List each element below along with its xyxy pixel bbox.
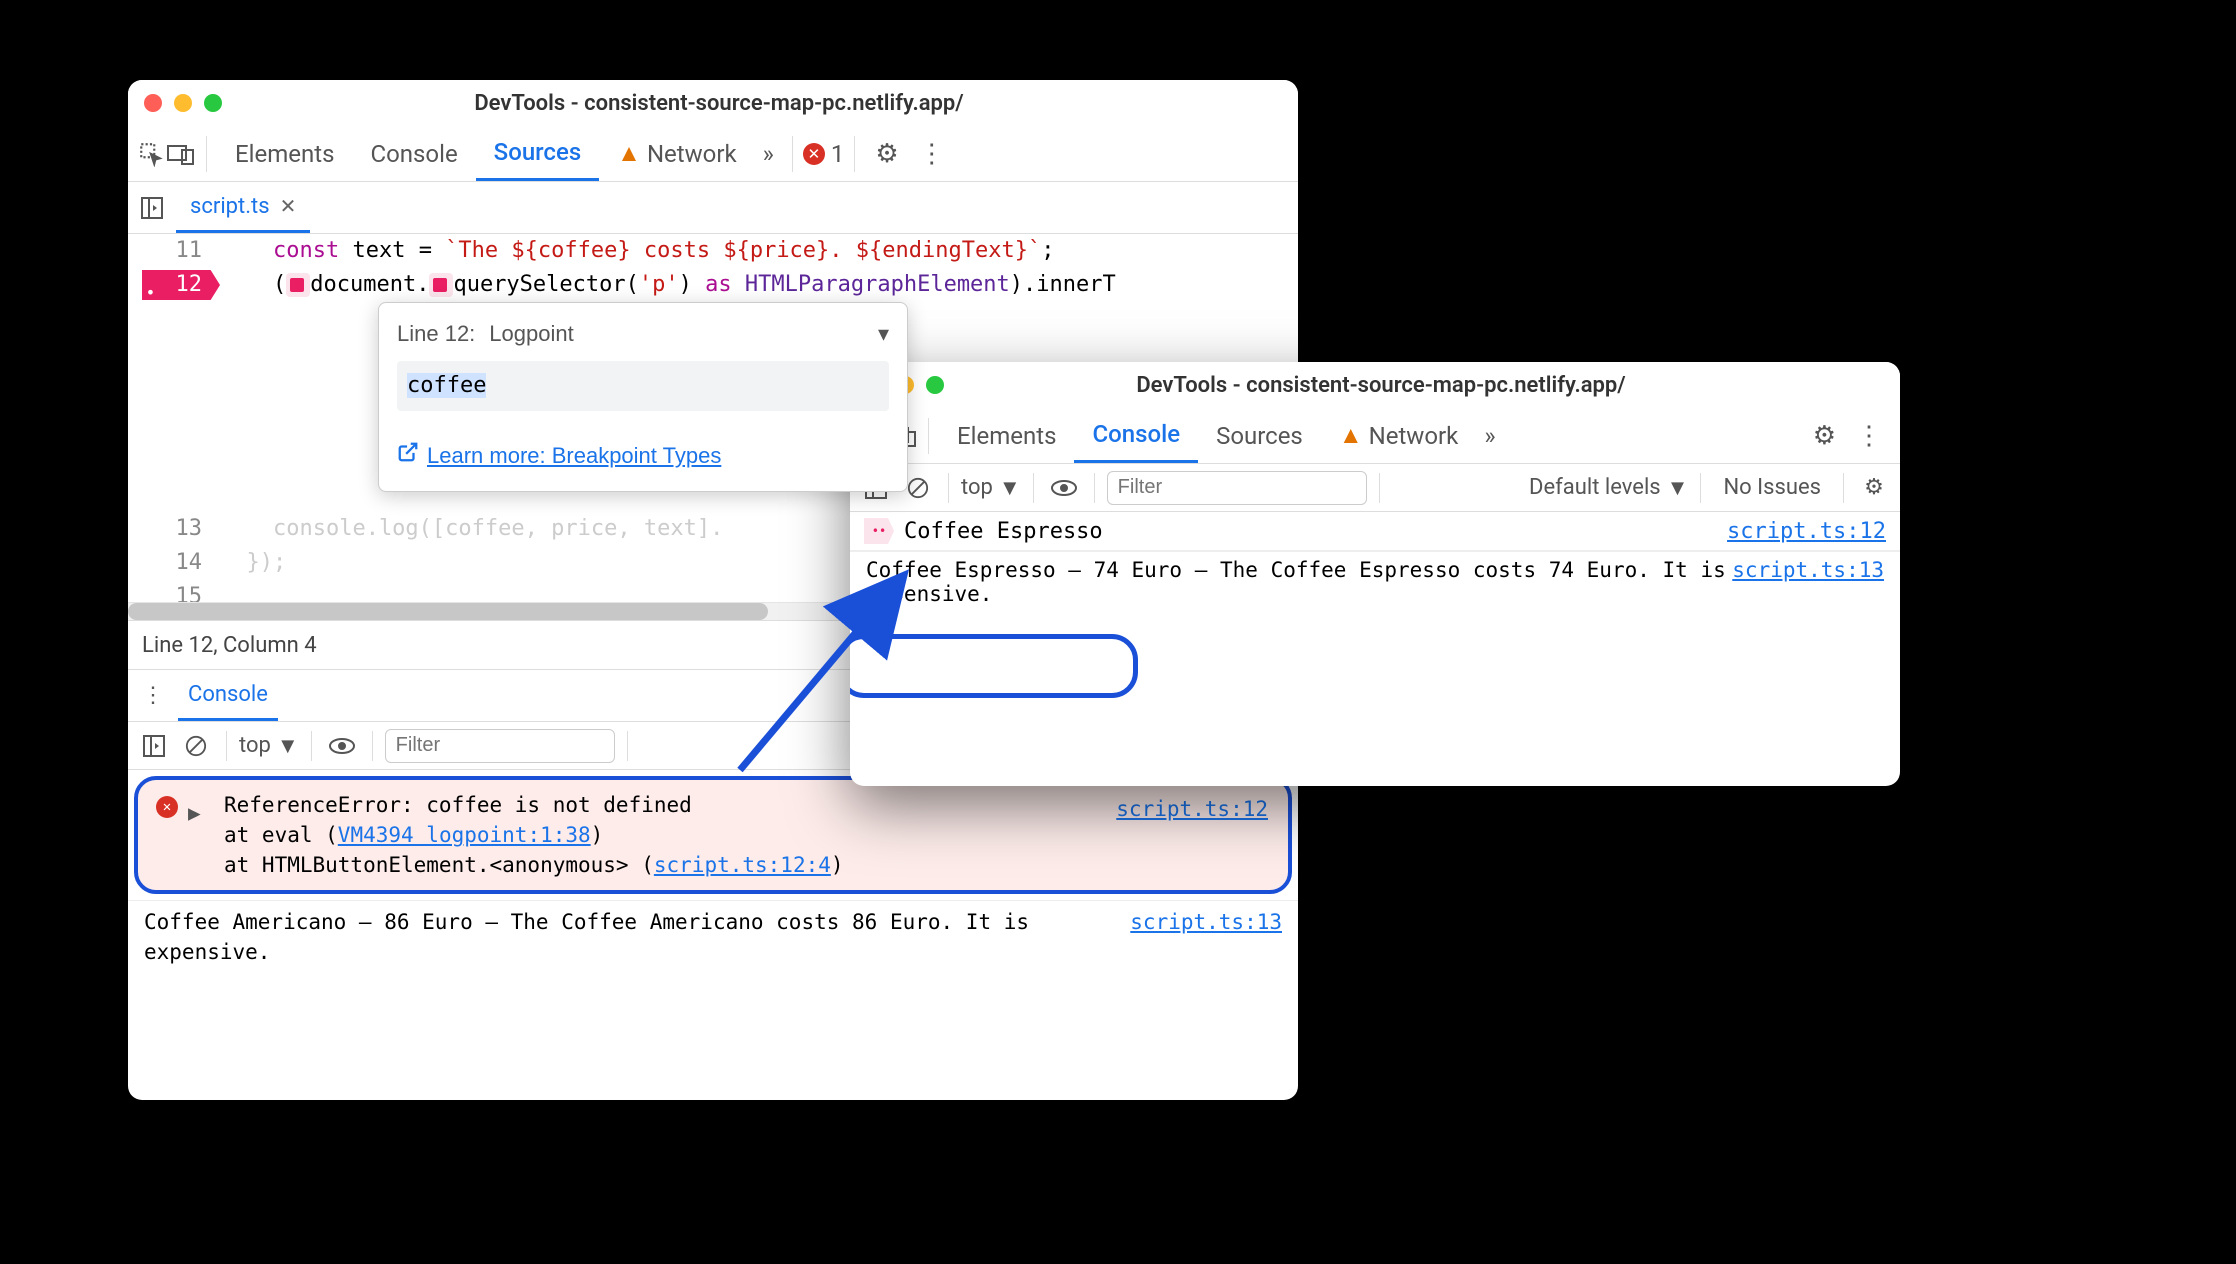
line-number[interactable]: 15 — [128, 580, 220, 602]
console-log-message[interactable]: Coffee Espresso – 74 Euro – The Coffee E… — [850, 551, 1900, 612]
traffic-lights — [144, 94, 222, 112]
tab-network[interactable]: ▲Network — [1321, 408, 1476, 463]
learn-more-text: Learn more: Breakpoint Types — [427, 439, 721, 473]
log-source-link[interactable]: script.ts:13 — [1732, 558, 1884, 606]
warning-icon: ▲ — [1339, 421, 1363, 450]
learn-more-link[interactable]: Learn more: Breakpoint Types — [397, 439, 889, 473]
error-title: ReferenceError: coffee is not defined — [224, 790, 1272, 820]
code-line-12: (document.querySelector('p') as HTMLPara… — [220, 268, 1298, 302]
live-expression-icon[interactable] — [1046, 479, 1082, 497]
log-levels-selector[interactable]: Default levels ▼ — [1529, 475, 1688, 501]
annotation-highlight — [850, 634, 1138, 698]
error-count-value: 1 — [831, 140, 845, 168]
logpoint-output-row[interactable]: •• Coffee Espresso script.ts:12 — [850, 512, 1900, 551]
tab-network[interactable]: ▲Network — [599, 126, 754, 181]
external-link-icon — [397, 439, 419, 473]
tab-network-label: Network — [1369, 422, 1459, 450]
console-toolbar: top ▼ Default levels ▼ No Issues ⚙ — [850, 464, 1900, 512]
console-settings-icon[interactable]: ⚙ — [1856, 475, 1892, 500]
file-tabs: script.ts ✕ — [128, 182, 1298, 234]
maximize-window-button[interactable] — [204, 94, 222, 112]
chevron-down-icon[interactable]: ▾ — [878, 317, 889, 351]
stack-frame-2: at HTMLButtonElement.<anonymous> (script… — [224, 850, 1272, 880]
close-tab-icon[interactable]: ✕ — [280, 194, 297, 218]
log-text: Coffee Americano – 86 Euro – The Coffee … — [144, 907, 1130, 967]
close-window-button[interactable] — [144, 94, 162, 112]
main-toolbar: Elements Console Sources ▲Network » ⚙ ⋮ — [850, 408, 1900, 464]
more-menu-icon[interactable]: ⋮ — [1846, 421, 1892, 451]
filter-input[interactable] — [385, 729, 615, 763]
console-output: •• Coffee Espresso script.ts:12 Coffee E… — [850, 512, 1900, 653]
titlebar: DevTools - consistent-source-map-pc.netl… — [850, 362, 1900, 408]
logpoint-type-select[interactable]: Logpoint — [489, 317, 573, 351]
more-tabs-button[interactable]: » — [755, 140, 782, 168]
context-label: top — [961, 475, 993, 500]
line-number-breakpoint[interactable]: •• 12 — [128, 268, 220, 302]
window-title: DevTools - consistent-source-map-pc.netl… — [222, 91, 1216, 116]
stack-link[interactable]: script.ts:12:4 — [654, 853, 831, 877]
stack-frame-1: at eval (VM4394 logpoint:1:38) — [224, 820, 1272, 850]
logpoint-line-label: Line 12: — [397, 317, 475, 351]
tab-sources[interactable]: Sources — [1198, 408, 1321, 463]
logpoint-dots-icon: •• — [134, 276, 157, 310]
logpoint-expression-input[interactable]: coffee — [397, 361, 889, 411]
error-count[interactable]: ✕ 1 — [803, 140, 845, 168]
more-menu-icon[interactable]: ⋮ — [909, 139, 955, 169]
tab-elements[interactable]: Elements — [217, 126, 352, 181]
context-selector[interactable]: top ▼ — [239, 733, 299, 759]
log-source-link[interactable]: script.ts:13 — [1130, 907, 1282, 967]
logpoint-output-text: Coffee Espresso — [904, 519, 1727, 544]
warning-icon: ▲ — [617, 139, 641, 168]
line-number[interactable]: 13 — [128, 512, 220, 546]
context-selector[interactable]: top ▼ — [961, 475, 1021, 501]
file-tab-label: script.ts — [190, 194, 270, 219]
issues-label[interactable]: No Issues — [1713, 475, 1831, 500]
log-source-link[interactable]: script.ts:12 — [1727, 519, 1886, 544]
inspect-icon[interactable] — [136, 141, 166, 167]
maximize-window-button[interactable] — [926, 376, 944, 394]
code-line-11: const text = `The ${coffee} costs ${pric… — [220, 234, 1298, 268]
chevron-down-icon: ▼ — [999, 475, 1021, 501]
tab-console[interactable]: Console — [1074, 408, 1198, 463]
console-error-message[interactable]: ✕ ▶ script.ts:12 ReferenceError: coffee … — [134, 776, 1292, 894]
expand-triangle-icon[interactable]: ▶ — [188, 798, 201, 828]
console-log-message[interactable]: Coffee Americano – 86 Euro – The Coffee … — [128, 900, 1298, 973]
devtools-window-console: DevTools - consistent-source-map-pc.netl… — [850, 362, 1900, 786]
settings-icon[interactable]: ⚙ — [1803, 421, 1846, 451]
logpoint-editor-popup: Line 12: Logpoint ▾ coffee Learn more: B… — [378, 302, 908, 492]
context-label: top — [239, 733, 271, 758]
console-output: ✕ ▶ script.ts:12 ReferenceError: coffee … — [128, 776, 1298, 973]
main-toolbar: Elements Console Sources ▲Network » ✕ 1 … — [128, 126, 1298, 182]
navigator-toggle-icon[interactable] — [128, 197, 176, 219]
error-icon: ✕ — [156, 796, 178, 818]
chevron-down-icon: ▼ — [277, 733, 299, 759]
log-text: Coffee Espresso – 74 Euro – The Coffee E… — [866, 558, 1732, 606]
stack-link[interactable]: VM4394 logpoint:1:38 — [338, 823, 591, 847]
settings-icon[interactable]: ⚙ — [865, 139, 908, 169]
more-tabs-button[interactable]: » — [1476, 422, 1503, 450]
tab-network-label: Network — [647, 140, 737, 168]
minimize-window-button[interactable] — [174, 94, 192, 112]
drawer-tab-console[interactable]: Console — [178, 670, 278, 721]
line-number[interactable]: 11 — [128, 234, 220, 268]
live-expression-icon[interactable] — [324, 737, 360, 755]
cursor-position: Line 12, Column 4 — [142, 633, 317, 658]
chevron-down-icon: ▼ — [1667, 475, 1689, 501]
error-source-link[interactable]: script.ts:12 — [1116, 794, 1268, 824]
scrollbar-thumb[interactable] — [128, 603, 768, 620]
filter-input[interactable] — [1107, 471, 1367, 505]
tab-elements[interactable]: Elements — [939, 408, 1074, 463]
logpoint-marker-icon: •• — [864, 518, 894, 544]
file-tab-script-ts[interactable]: script.ts ✕ — [176, 182, 310, 233]
error-badge-icon: ✕ — [803, 143, 825, 165]
device-toggle-icon[interactable] — [166, 143, 196, 165]
titlebar: DevTools - consistent-source-map-pc.netl… — [128, 80, 1298, 126]
tab-sources[interactable]: Sources — [476, 126, 600, 181]
line-number[interactable]: 14 — [128, 546, 220, 580]
drawer-menu-icon[interactable]: ⋮ — [128, 683, 178, 708]
window-title: DevTools - consistent-source-map-pc.netl… — [944, 373, 1818, 398]
clear-console-icon[interactable] — [178, 735, 214, 757]
console-sidebar-toggle-icon[interactable] — [136, 735, 172, 757]
tab-console[interactable]: Console — [352, 126, 475, 181]
